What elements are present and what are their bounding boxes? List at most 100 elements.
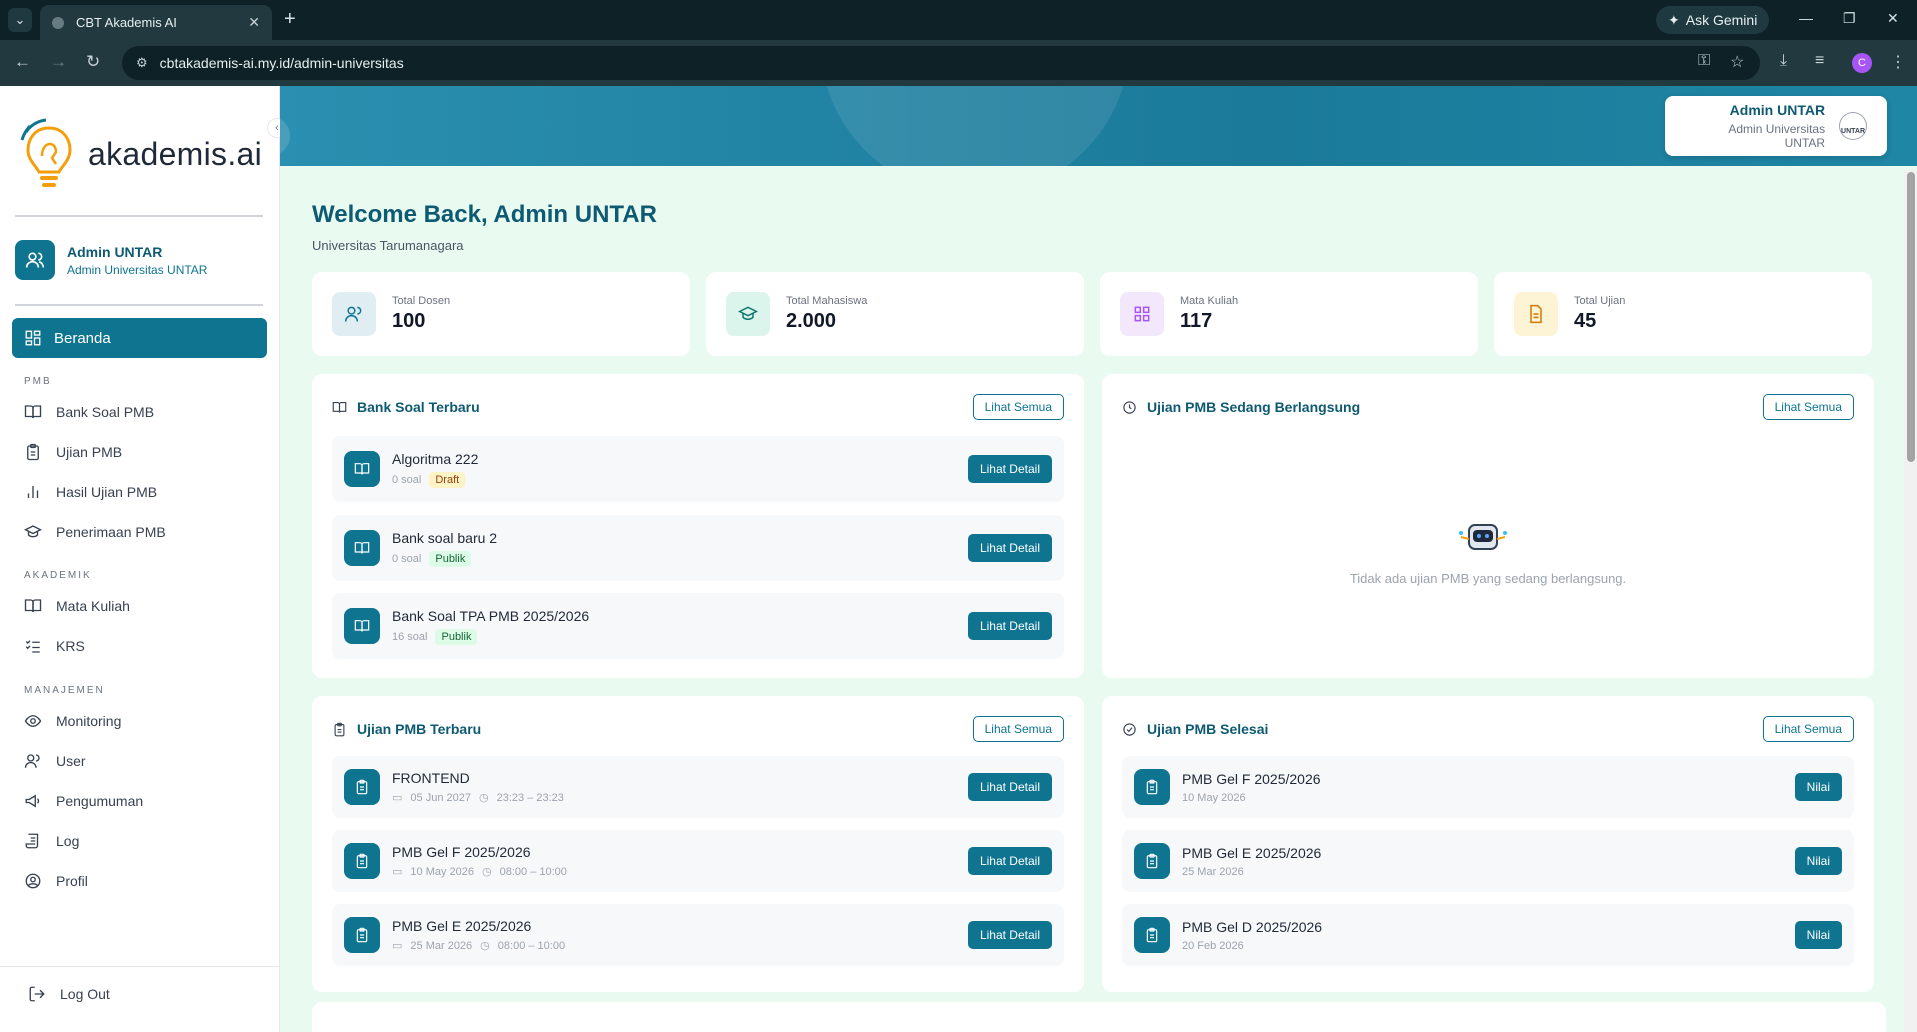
- bookmark-star-icon[interactable]: ☆: [1730, 52, 1744, 72]
- detail-button[interactable]: Lihat Detail: [967, 921, 1052, 949]
- document-icon: [1514, 292, 1558, 336]
- new-tab-icon[interactable]: +: [284, 9, 296, 29]
- clipboard-icon: [1134, 769, 1170, 805]
- url-field[interactable]: ⚙ cbtakademis-ai.my.id/admin-universitas: [122, 46, 1760, 80]
- clipboard-icon: [334, 722, 345, 736]
- site-info-icon[interactable]: ⚙: [136, 55, 148, 71]
- card-title: Ujian PMB Sedang Berlangsung: [1122, 399, 1360, 415]
- clipboard-icon: [344, 769, 380, 805]
- ask-gemini-button[interactable]: ✦ Ask Gemini: [1656, 6, 1770, 34]
- detail-button[interactable]: Lihat Detail: [967, 847, 1052, 875]
- item-date: 25 Mar 2026: [410, 939, 473, 952]
- stat-label: Total Dosen: [392, 295, 451, 307]
- restore-icon[interactable]: ❐: [1843, 10, 1856, 27]
- item-title: PMB Gel F 2025/2026: [1182, 770, 1321, 787]
- logo-text: akademis.ai: [88, 135, 263, 172]
- sidebar-item-hasil[interactable]: Hasil Ujian PMB: [24, 483, 157, 501]
- sidebar-item-mata-kuliah[interactable]: Mata Kuliah: [24, 597, 130, 615]
- list-item: FRONTEND ▭ 05 Jun 2027 ◷ 23:23 – 23:23 Liha…: [332, 756, 1064, 818]
- logout-button[interactable]: Log Out: [28, 985, 110, 1003]
- clipboard-icon: [344, 843, 380, 879]
- bank-soal-card: Bank Soal Terbaru Lihat Semua Algoritma …: [312, 374, 1084, 678]
- status-badge: Publik: [435, 628, 478, 645]
- nilai-button[interactable]: Nilai: [1794, 921, 1842, 949]
- forward-icon[interactable]: →: [50, 52, 67, 72]
- bar-chart-icon: [27, 486, 39, 498]
- detail-button[interactable]: Lihat Detail: [967, 534, 1052, 562]
- stat-card-ujian: Total Ujian 45: [1494, 272, 1872, 356]
- item-title: PMB Gel D 2025/2026: [1182, 918, 1323, 935]
- minimize-icon[interactable]: —: [1799, 10, 1813, 26]
- back-icon[interactable]: ←: [14, 52, 31, 72]
- stat-card-mata-kuliah: Mata Kuliah 117: [1100, 272, 1478, 356]
- close-tab-icon[interactable]: ✕: [248, 14, 260, 31]
- card-title: Ujian PMB Terbaru: [332, 721, 481, 737]
- tab-search-icon[interactable]: ⌄: [8, 8, 32, 32]
- item-count: 0 soal: [392, 552, 422, 565]
- sidebar-item-monitoring[interactable]: Monitoring: [24, 712, 121, 730]
- item-date: 25 Mar 2026: [1182, 865, 1244, 878]
- list-item: PMB Gel E 2025/2026 25 Mar 2026 Nilai: [1122, 830, 1854, 892]
- more-menu-icon[interactable]: ⋮: [1890, 52, 1906, 72]
- browser-tab[interactable]: CBT Akademis AI ✕: [40, 5, 272, 40]
- card-title: Ujian PMB Selesai: [1122, 721, 1268, 737]
- header-user-role: Admin Universitas UNTAR: [1728, 122, 1826, 150]
- ongoing-exams-card: Ujian PMB Sedang Berlangsung Lihat Semua…: [1102, 374, 1874, 678]
- list-item: Bank Soal TPA PMB 2025/2026 16 soal Publi…: [332, 593, 1064, 659]
- item-date: 20 Feb 2026: [1182, 939, 1244, 952]
- sidebar-item-label: Mata Kuliah: [56, 598, 130, 614]
- sidebar-item-bank-soal[interactable]: Bank Soal PMB: [24, 403, 154, 421]
- see-all-button[interactable]: Lihat Semua: [972, 394, 1064, 420]
- clipboard-icon: [1134, 843, 1170, 879]
- graduation-cap-icon: [726, 292, 770, 336]
- sidebar-item-pengumuman[interactable]: Pengumuman: [24, 792, 143, 810]
- reload-icon[interactable]: ↻: [86, 52, 100, 72]
- password-key-icon[interactable]: ⚿: [1698, 52, 1710, 70]
- check-circle-icon: [1123, 722, 1136, 736]
- sidebar-item-ujian[interactable]: Ujian PMB: [24, 443, 122, 461]
- stat-value: 45: [1574, 310, 1597, 332]
- scrollbar-thumb[interactable]: [1907, 172, 1915, 462]
- section-label-akademik: AKADEMIK: [24, 570, 92, 581]
- eye-icon: [24, 715, 42, 727]
- book-open-icon: [24, 405, 42, 419]
- see-all-button[interactable]: Lihat Semua: [972, 716, 1064, 742]
- header-profile-card[interactable]: Admin UNTAR Admin Universitas UNTAR UNTA…: [1665, 96, 1887, 156]
- sidebar-item-krs[interactable]: KRS: [24, 637, 85, 655]
- detail-button[interactable]: Lihat Detail: [967, 612, 1052, 640]
- address-bar: ← → ↻ ⚙ cbtakademis-ai.my.id/admin-unive…: [0, 40, 1917, 86]
- header-user-name: Admin UNTAR: [1729, 102, 1826, 118]
- see-all-button[interactable]: Lihat Semua: [1762, 394, 1854, 420]
- detail-button[interactable]: Lihat Detail: [967, 455, 1052, 483]
- see-all-button[interactable]: Lihat Semua: [1762, 716, 1854, 742]
- users-icon: [332, 292, 376, 336]
- nilai-button[interactable]: Nilai: [1794, 773, 1842, 801]
- university-logo: UNTAR: [1839, 112, 1867, 140]
- book-open-icon: [24, 599, 42, 613]
- sidebar-item-beranda[interactable]: Beranda: [12, 318, 267, 358]
- sidebar-item-log[interactable]: Log: [24, 832, 79, 850]
- sidebar-item-penerimaan[interactable]: Penerimaan PMB: [24, 523, 166, 541]
- logo[interactable]: akademis.ai: [20, 118, 262, 190]
- book-open-icon: [344, 451, 380, 487]
- ask-gemini-label: Ask Gemini: [1685, 12, 1758, 28]
- nilai-button[interactable]: Nilai: [1794, 847, 1842, 875]
- list-item: Algoritma 222 0 soal Draft Lihat Detail: [332, 436, 1064, 502]
- item-time: 08:00 – 10:00: [497, 939, 566, 952]
- item-date: 05 Jun 2027: [410, 791, 471, 804]
- sidebar-user-role: Admin Universitas UNTAR: [67, 262, 208, 277]
- item-title: Algoritma 222: [392, 450, 479, 467]
- profile-avatar[interactable]: C: [1852, 53, 1872, 73]
- page-title: Welcome Back, Admin UNTAR: [312, 201, 657, 228]
- download-icon[interactable]: ⤓: [1780, 52, 1787, 70]
- sidebar-item-profil[interactable]: Profil: [24, 872, 88, 890]
- calendar-icon: ▭: [392, 866, 403, 878]
- sidebar-item-user[interactable]: User: [24, 752, 86, 770]
- list-item: PMB Gel D 2025/2026 20 Feb 2026 Nilai: [1122, 904, 1854, 966]
- latest-exams-card: Ujian PMB Terbaru Lihat Semua FRONTEND ▭…: [312, 696, 1084, 992]
- close-window-icon[interactable]: ✕: [1887, 10, 1899, 27]
- tab-title: CBT Akademis AI: [76, 15, 177, 30]
- media-icon[interactable]: ≡: [1815, 52, 1824, 70]
- detail-button[interactable]: Lihat Detail: [967, 773, 1052, 801]
- sidebar-item-label: Log: [56, 833, 80, 849]
